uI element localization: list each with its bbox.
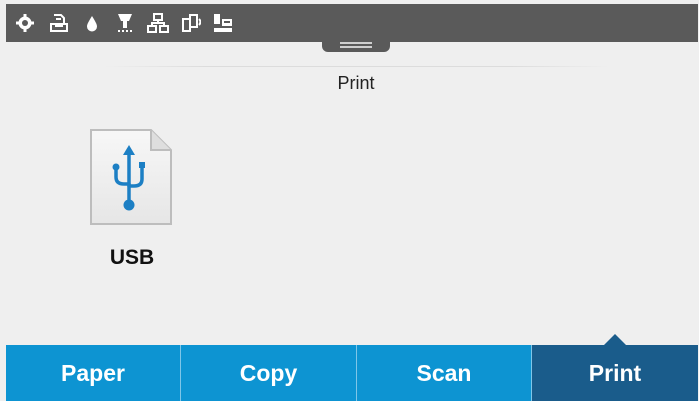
- tab-print[interactable]: Print: [532, 334, 698, 401]
- tab-label: Paper: [61, 359, 125, 386]
- usb-source-label[interactable]: USB: [82, 246, 182, 270]
- grip-line: [340, 46, 372, 48]
- cartridge-icon[interactable]: [112, 4, 138, 42]
- active-tab-indicator: [604, 334, 626, 345]
- ink-drop-icon[interactable]: [79, 4, 105, 42]
- divider: [105, 66, 610, 67]
- tab-scan[interactable]: Scan: [357, 345, 532, 401]
- status-bar: [6, 4, 698, 42]
- usb-source-button[interactable]: [88, 127, 174, 227]
- page-title: Print: [337, 73, 375, 93]
- paper-tray-icon[interactable]: [46, 4, 72, 42]
- printer-home-screen: Print USB Paper Copy Scan Print: [0, 0, 699, 401]
- tab-paper[interactable]: Paper: [6, 345, 181, 401]
- tab-copy[interactable]: Copy: [181, 345, 357, 401]
- wireless-direct-icon[interactable]: [178, 4, 204, 42]
- network-icon[interactable]: [145, 4, 171, 42]
- eprint-icon[interactable]: [210, 4, 236, 42]
- tab-label: Copy: [239, 359, 298, 386]
- grip-line: [340, 42, 372, 44]
- status-drawer-handle[interactable]: [322, 38, 390, 52]
- bottom-tab-bar: Paper Copy Scan Print: [6, 334, 698, 401]
- settings-icon[interactable]: [12, 4, 38, 42]
- tab-label: Print: [588, 359, 642, 386]
- usb-icon: [90, 129, 172, 225]
- tab-label: Scan: [416, 359, 472, 386]
